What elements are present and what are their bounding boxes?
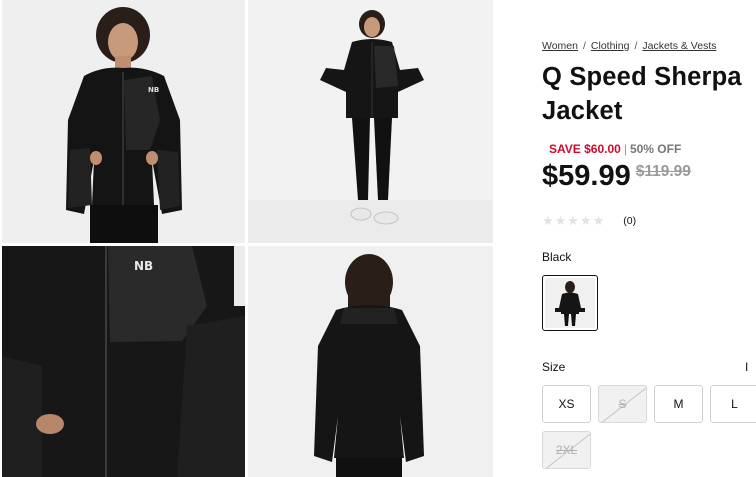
size-option-2xl[interactable]: 2XL (542, 431, 591, 469)
sale-price: $59.99 (542, 160, 631, 192)
price-block: $59.99 $119.99 (542, 160, 691, 193)
size-label: Size (542, 360, 566, 374)
breadcrumb-separator: / (634, 40, 638, 52)
size-option-label: XS (558, 397, 575, 411)
product-title: Q Speed Sherpa Jacket (542, 63, 742, 125)
original-price: $119.99 (635, 163, 691, 180)
size-option-label: L (731, 397, 738, 411)
color-label: Black (542, 250, 572, 264)
svg-text:NB: NB (148, 86, 159, 94)
breadcrumb: Women / Clothing / Jackets & Vests (542, 40, 717, 52)
breadcrumb-link-women[interactable]: Women (542, 40, 578, 52)
discount-percent: 50% OFF (629, 142, 682, 156)
size-guide-link[interactable]: I (745, 360, 748, 374)
size-option-label: S (618, 397, 627, 411)
size-option-label: 2XL (555, 443, 578, 457)
svg-text:NB: NB (134, 259, 153, 273)
size-option-label: M (673, 397, 684, 411)
breadcrumb-link-jackets-vests[interactable]: Jackets & Vests (642, 40, 716, 52)
star-icon: ★★★★★ (542, 213, 606, 228)
size-option-xs[interactable]: XS (542, 385, 591, 423)
gallery-image-front[interactable]: NB (2, 0, 245, 243)
gallery-image-detail[interactable]: NB (2, 246, 245, 477)
promo-line: SAVE $60.00 | 50% OFF (549, 142, 681, 156)
promo-separator: | (623, 142, 627, 156)
gallery-image-full-body[interactable] (248, 0, 493, 243)
size-option-s[interactable]: S (598, 385, 647, 423)
review-count[interactable]: (0) (623, 215, 636, 227)
product-info-panel: Women / Clothing / Jackets & Vests Q Speed S… (541, 0, 756, 477)
breadcrumb-link-clothing[interactable]: Clothing (591, 40, 630, 52)
rating[interactable]: ★★★★★ (0) (542, 213, 636, 229)
breadcrumb-separator: / (583, 40, 586, 52)
color-swatch-black[interactable] (542, 275, 598, 331)
gallery-image-back[interactable] (248, 246, 493, 477)
size-option-l[interactable]: L (710, 385, 756, 423)
size-option-m[interactable]: M (654, 385, 703, 423)
product-gallery: NB NB (0, 0, 493, 477)
save-amount: SAVE $60.00 (549, 142, 621, 156)
